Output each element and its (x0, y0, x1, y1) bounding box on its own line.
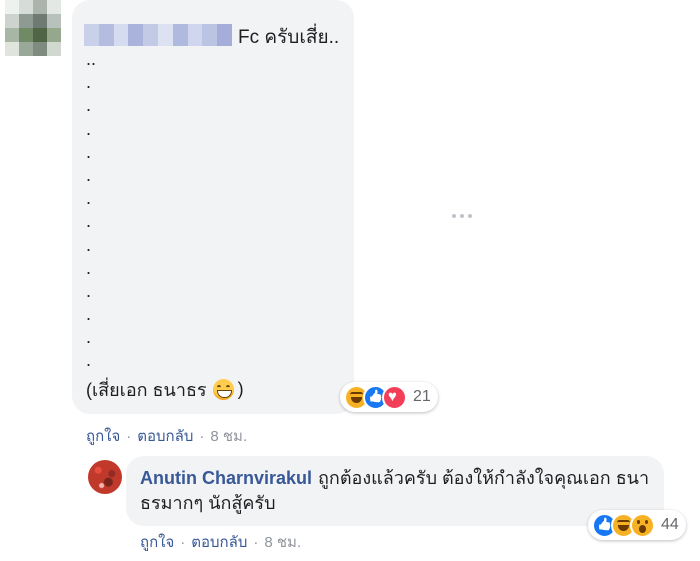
comment-bubble: Fc ครับเสี่ย.. .. . . . . . . . . . . . … (72, 0, 354, 414)
dot-line: . (86, 118, 92, 139)
reply-bubble: Anutin Charnvirakul ถูกต้องแล้วครับ ต้องใ… (126, 456, 664, 526)
timestamp[interactable]: 8 ชม. (210, 428, 247, 445)
signature-text: (เสี่ยเอก ธนาธร (86, 380, 207, 400)
comment-reactions[interactable]: 21 (340, 382, 438, 412)
reply-link[interactable]: ตอบกลับ (191, 534, 247, 551)
reply-avatar[interactable] (88, 460, 122, 494)
comment-dot-lines: .. . . . . . . . . . . . . . (86, 50, 96, 375)
grin-emoji-icon (212, 379, 234, 400)
reply-content: Anutin Charnvirakul ถูกต้องแล้วครับ ต้องใ… (140, 466, 660, 516)
dot-line: . (86, 350, 92, 371)
comment-signature: (เสี่ยเอก ธนาธร ) (86, 375, 244, 404)
dot-line: . (86, 211, 92, 232)
comment-actions: ถูกใจ · ตอบกลับ · 8 ชม. (86, 428, 248, 445)
dot-line: . (86, 257, 92, 278)
reply-reactions[interactable]: 44 (588, 510, 686, 540)
commenter-name-blurred[interactable] (84, 24, 232, 46)
dot-line: . (86, 280, 92, 301)
dot-line: .. (86, 49, 97, 69)
dot-line: . (86, 95, 92, 116)
dot-line: . (86, 72, 92, 93)
dot-line: . (86, 234, 92, 255)
dot-line: . (86, 164, 92, 185)
more-options-icon[interactable] (452, 211, 472, 221)
signature-close: ) (237, 379, 244, 399)
reply-actions: ถูกใจ · ตอบกลับ · 8 ชม. (140, 534, 302, 551)
dot-line: . (86, 141, 92, 162)
reply-author-name[interactable]: Anutin Charnvirakul (140, 468, 312, 488)
reply-link[interactable]: ตอบกลับ (137, 428, 193, 445)
reaction-count: 21 (413, 388, 431, 405)
timestamp[interactable]: 8 ชม. (264, 534, 301, 551)
dot-line: . (86, 304, 92, 325)
wow-icon (630, 512, 655, 538)
love-icon (382, 384, 407, 410)
comment-text: Fc ครับเสี่ย.. (238, 27, 340, 48)
like-link[interactable]: ถูกใจ (140, 534, 174, 551)
dot-line: . (86, 188, 92, 209)
dot-line: . (86, 327, 92, 348)
commenter-avatar[interactable] (5, 0, 67, 58)
reaction-count: 44 (661, 516, 679, 533)
like-link[interactable]: ถูกใจ (86, 428, 120, 445)
